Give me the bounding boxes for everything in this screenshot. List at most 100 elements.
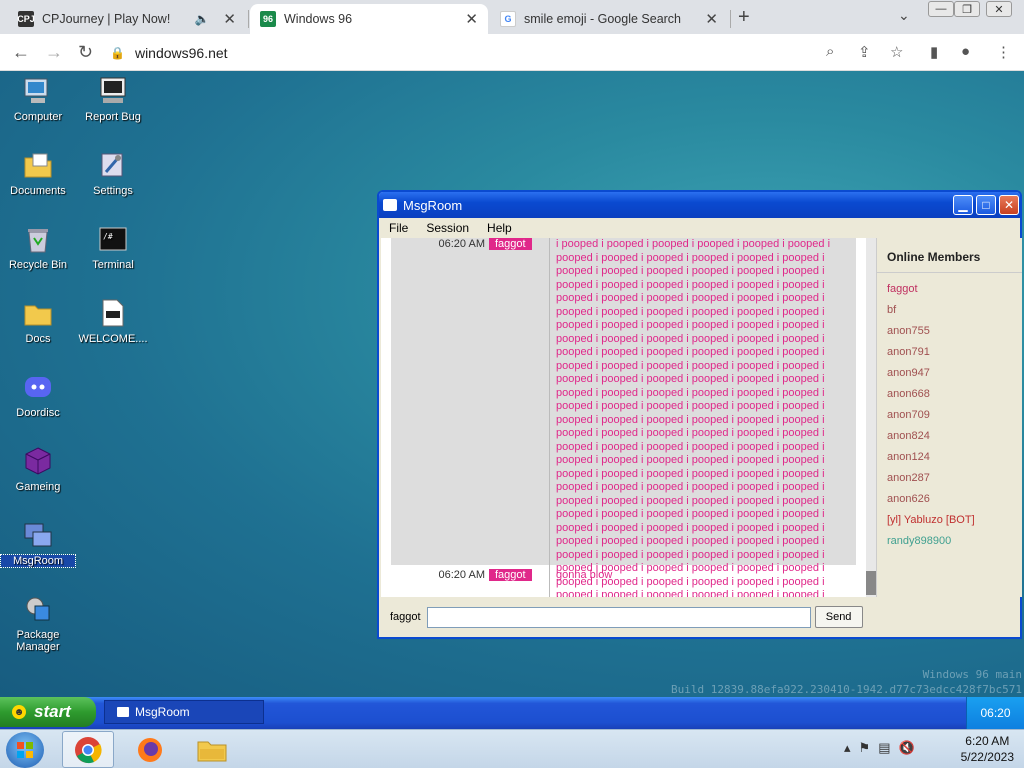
report-bug-icon [97,75,129,107]
member-item[interactable]: randy898900 [877,531,1022,552]
package-manager-icon [22,593,54,625]
taskbar-item-msgroom[interactable]: MsgRoom [104,700,264,724]
desktop-icon-settings[interactable]: Settings [76,149,150,197]
message-user: faggot [489,238,547,565]
scrollbar[interactable] [866,238,876,597]
desktop-icon-computer[interactable]: Computer [1,75,75,123]
member-item[interactable]: faggot [877,279,1022,300]
message-input[interactable] [426,606,811,628]
tab-strip: CPJ CPJourney | Play Now! 🔈 ✕ 96 Windows… [0,0,1024,34]
volume-muted-icon[interactable]: 🔇 [898,740,914,756]
desktop-icon-recycle-bin[interactable]: Recycle Bin [1,223,75,271]
tab-title: Windows 96 [284,12,353,26]
terminal-icon: /# [97,223,129,255]
menu-icon[interactable]: ⋮ [996,43,1011,61]
file-explorer-icon[interactable] [186,731,238,768]
recycle-bin-icon [22,223,54,255]
search-icon[interactable]: ⌕ [826,43,834,60]
message-text: i pooped i pooped i pooped i pooped i po… [556,238,831,597]
msgroom-taskbar-icon [117,707,129,717]
network-icon[interactable]: ▤ [878,740,890,756]
close-window-icon[interactable]: ✕ [986,1,1012,17]
menu-file[interactable]: File [389,221,408,235]
tab-windows96[interactable]: 96 Windows 96 ✕ [250,4,488,34]
host-taskbar: ▴ ⚑ ▤ 🔇 6:20 AM 5/22/2023 [0,729,1024,768]
message-time: 06:20 AM [438,238,485,250]
member-item[interactable]: anon626 [877,489,1022,510]
firefox-icon[interactable] [124,731,176,768]
share-icon[interactable]: ⇪ [858,43,871,61]
doordisc-icon [22,371,54,403]
back-icon[interactable]: ← [12,42,30,63]
member-item[interactable]: anon755 [877,321,1022,342]
desktop-icon-package-manager[interactable]: Package Manager [1,593,75,653]
member-item[interactable]: anon287 [877,468,1022,489]
nickname-label[interactable]: faggot [390,611,421,623]
desktop-icon-welcome[interactable]: WELCOME.... [76,297,150,345]
close-tab-icon[interactable]: ✕ [223,10,236,28]
browser-toolbar: ← → ↻ 🔒 windows96.net ⌕ ⇪ ☆ ▮ ● ⋮ [0,34,1024,71]
member-item[interactable]: anon709 [877,405,1022,426]
desktop-icon-doordisc[interactable]: Doordisc [1,371,75,419]
reload-icon[interactable]: ↻ [78,42,93,63]
message-user: faggot [489,569,547,583]
minimize-button[interactable]: ▁ [953,195,973,215]
desktop-icon-report-bug[interactable]: Report Bug [76,75,150,123]
member-item[interactable]: anon668 [877,384,1022,405]
desktop-icon-msgroom[interactable]: MsgRoom [0,519,76,568]
chrome-icon[interactable] [62,731,114,768]
member-item[interactable]: [yl] Yabluzo [BOT] [877,510,1022,531]
close-tab-icon[interactable]: ✕ [465,10,478,28]
desktop: Computer Report Bug Documents Settings R… [0,71,1024,697]
msgroom-window: MsgRoom ▁ □ ✕ File Session Help 06:20 AM… [377,190,1022,639]
tab-google[interactable]: G smile emoji - Google Search ✕ [490,4,728,34]
msgroom-title-icon [383,199,397,211]
send-button[interactable]: Send [814,606,863,628]
member-item[interactable]: anon824 [877,426,1022,447]
members-title: Online Members [877,238,1022,273]
star-icon[interactable]: ☆ [890,43,903,61]
window-titlebar[interactable]: MsgRoom ▁ □ ✕ [379,192,1020,218]
start-button[interactable]: ☻ start [0,697,96,727]
desktop-icon-docs[interactable]: Docs [1,297,75,345]
lock-icon[interactable]: 🔒 [110,46,125,60]
scrollbar-thumb[interactable] [866,571,876,595]
close-button[interactable]: ✕ [999,195,1019,215]
member-item[interactable]: anon791 [877,342,1022,363]
speaker-icon[interactable]: 🔈 [194,12,209,26]
member-item[interactable]: anon124 [877,447,1022,468]
close-tab-icon[interactable]: ✕ [705,10,718,28]
win96-taskbar: ☻ start MsgRoom 06:20 [0,697,1024,729]
folder-icon [22,297,54,329]
smiley-icon: ☻ [12,705,26,719]
online-members-panel: Online Members faggot bf anon755 anon791 ano… [876,238,1022,597]
menu-session[interactable]: Session [426,221,469,235]
profile-icon[interactable]: ● [961,43,970,60]
tray-expand-icon[interactable]: ▴ [844,740,851,756]
maximize-button[interactable]: □ [976,195,996,215]
address-bar[interactable]: 🔒 windows96.net [110,39,850,67]
member-item[interactable]: anon947 [877,363,1022,384]
host-clock[interactable]: 6:20 AM 5/22/2023 [961,733,1014,765]
google-favicon-icon: G [500,11,516,27]
action-center-icon[interactable]: ⚑ [859,740,871,756]
member-item[interactable]: bf [877,300,1022,321]
message-time: 06:20 AM [438,569,485,581]
windows-start-icon[interactable] [6,732,44,768]
column-divider [549,238,550,597]
minimize-icon[interactable]: — [928,1,954,17]
restore-icon[interactable]: ❐ [954,1,980,17]
desktop-icon-documents[interactable]: Documents [1,149,75,197]
chat-log[interactable]: 06:20 AM faggot i pooped i pooped i poop… [381,238,876,597]
forward-icon[interactable]: → [45,42,63,63]
side-panel-icon[interactable]: ▮ [930,43,938,61]
menu-help[interactable]: Help [487,221,512,235]
tab-cpjourney[interactable]: CPJ CPJourney | Play Now! 🔈 ✕ [8,4,246,34]
new-tab-icon[interactable]: + [738,6,750,29]
desktop-icon-gameing[interactable]: Gameing [1,445,75,493]
chevron-down-icon[interactable]: ⌄ [898,7,910,24]
win96-clock: 06:20 [966,697,1024,729]
game-cube-icon [22,445,54,477]
desktop-icon-terminal[interactable]: /# Terminal [76,223,150,271]
window-title: MsgRoom [403,197,463,213]
